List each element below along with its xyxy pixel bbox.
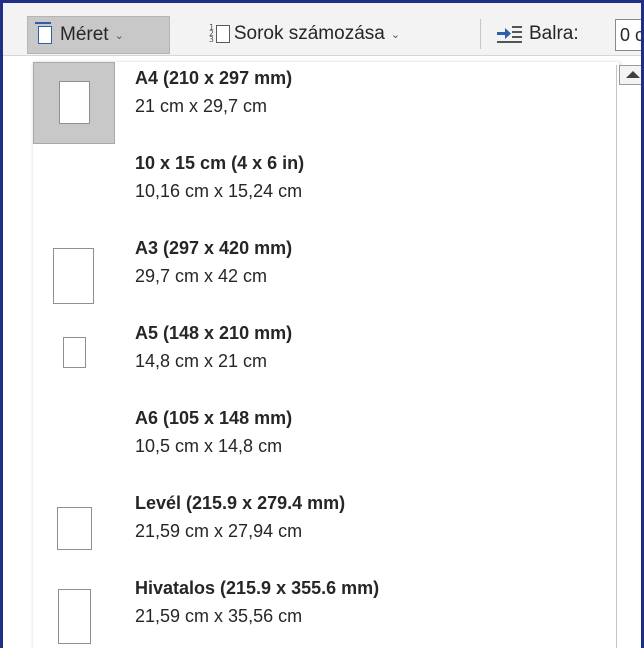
paper-size-dims: 29,7 cm x 42 cm [135, 266, 268, 286]
indent-left-label: Balra: [495, 17, 579, 51]
paper-size-item-a4[interactable]: A4 (210 x 297 mm) 21 cm x 29,7 cm [33, 62, 619, 144]
paper-thumbnail [33, 147, 115, 229]
paper-size-name: A5 (148 x 210 mm) [135, 323, 293, 343]
paper-size-name: A3 (297 x 420 mm) [135, 238, 293, 258]
paper-icon [58, 589, 91, 644]
paper-thumbnail [33, 487, 115, 569]
toolbar-separator [480, 19, 481, 49]
page-size-icon [35, 22, 52, 44]
paper-size-name: A6 (105 x 148 mm) [135, 408, 293, 428]
indent-left-icon [497, 26, 522, 43]
paper-icon [57, 507, 92, 550]
paper-size-dims: 21,59 cm x 27,94 cm [135, 521, 303, 541]
indent-label-text: Balra: [529, 23, 579, 44]
paper-thumbnail [33, 402, 115, 484]
paper-icon [63, 337, 86, 368]
paper-icon [53, 248, 94, 304]
paper-size-dims: 21 cm x 29,7 cm [135, 96, 268, 116]
paper-thumbnail [33, 317, 115, 399]
paper-thumbnail [33, 572, 115, 648]
size-button-label: Méret [60, 24, 109, 45]
indent-left-input[interactable]: 0 c [615, 19, 641, 51]
paper-size-gallery: A4 (210 x 297 mm) 21 cm x 29,7 cm 10 x 1… [33, 62, 619, 648]
paper-size-item-legal[interactable]: Hivatalos (215.9 x 355.6 mm) 21,59 cm x … [33, 572, 619, 648]
line-numbers-label: Sorok számozása [233, 23, 385, 44]
line-numbers-button[interactable]: 123 Sorok számozása ⌄ [209, 17, 400, 51]
line-numbers-icon: 123 [209, 23, 214, 44]
paper-size-item-a3[interactable]: A3 (297 x 420 mm) 29,7 cm x 42 cm [33, 232, 619, 314]
paper-size-dims: 10,5 cm x 14,8 cm [135, 436, 283, 456]
paper-size-item-10x15[interactable]: 10 x 15 cm (4 x 6 in) 10,16 cm x 15,24 c… [33, 147, 619, 229]
chevron-down-icon: ⌄ [390, 28, 401, 41]
app-frame: Méret ⌄ 123 Sorok számozása ⌄ Balra: 0 c [0, 0, 644, 648]
scroll-up-arrow-icon[interactable] [619, 65, 641, 85]
chevron-down-icon: ⌄ [114, 29, 124, 42]
paper-size-item-letter[interactable]: Levél (215.9 x 279.4 mm) 21,59 cm x 27,9… [33, 487, 619, 569]
ribbon-toolbar: Méret ⌄ 123 Sorok számozása ⌄ Balra: 0 c [3, 3, 641, 56]
paper-icon [59, 81, 90, 124]
paper-thumbnail [33, 232, 115, 314]
vertical-scrollbar[interactable] [616, 65, 641, 648]
size-button[interactable]: Méret ⌄ [27, 16, 170, 54]
paper-size-name: 10 x 15 cm (4 x 6 in) [135, 153, 305, 173]
paper-size-name: Hivatalos (215.9 x 355.6 mm) [135, 578, 380, 598]
paper-size-dims: 21,59 cm x 35,56 cm [135, 606, 303, 626]
paper-thumbnail [33, 62, 115, 144]
paper-size-name: A4 (210 x 297 mm) [135, 68, 293, 88]
paper-size-dims: 10,16 cm x 15,24 cm [135, 181, 303, 201]
paper-size-item-a5[interactable]: A5 (148 x 210 mm) 14,8 cm x 21 cm [33, 317, 619, 399]
page-icon [215, 25, 230, 43]
paper-size-item-a6[interactable]: A6 (105 x 148 mm) 10,5 cm x 14,8 cm [33, 402, 619, 484]
paper-size-name: Levél (215.9 x 279.4 mm) [135, 493, 346, 513]
paper-size-dims: 14,8 cm x 21 cm [135, 351, 268, 371]
